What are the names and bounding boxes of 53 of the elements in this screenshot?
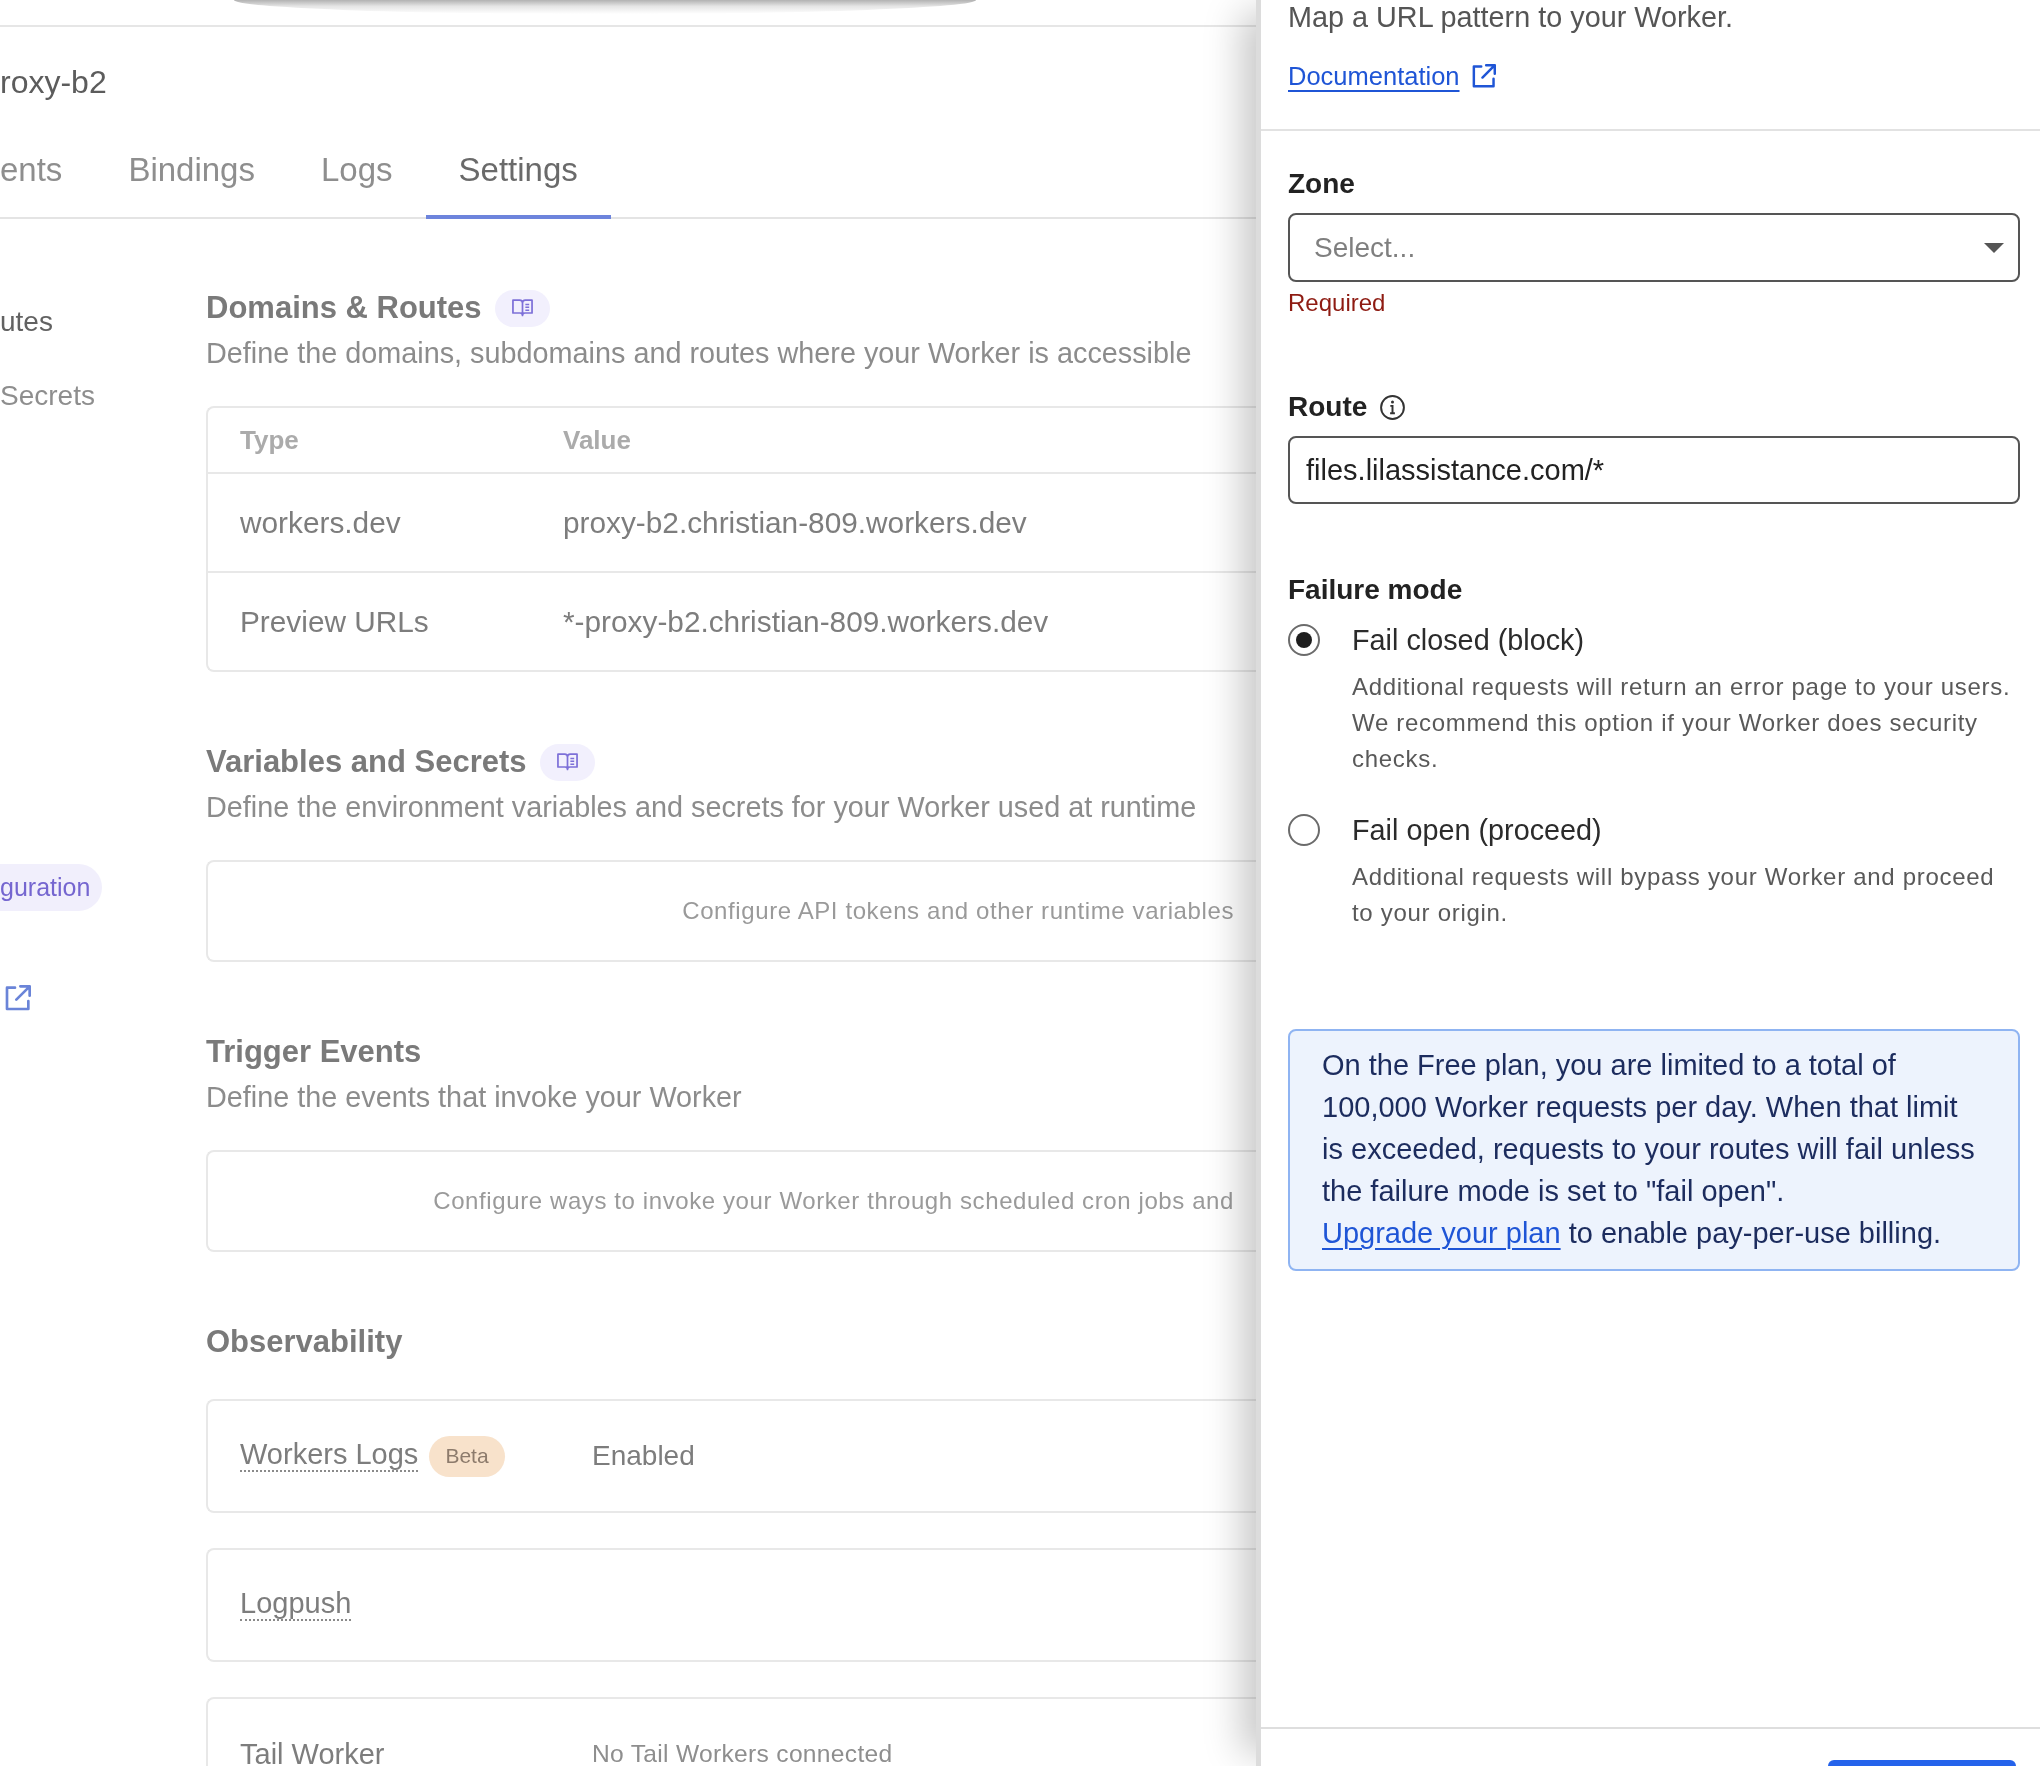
panel-intro: Map a URL pattern to your Worker. — [1288, 0, 1733, 34]
notice-text: On the Free plan, you are limited to a total of 100,000 Worker requests per day. When that limit is exceeded, requests to your routes will fail unless the failure mode is set to "fail open". Upgrade your plan to enable pay-per-use billing. — [1322, 1048, 1976, 1251]
empty-state-text: Configure ways to invoke your Worker through scheduled cron jobs and — [433, 1187, 1234, 1215]
info-icon[interactable] — [1380, 394, 1406, 420]
external-link-icon[interactable] — [5, 985, 31, 1011]
zone-select[interactable]: Select... — [1288, 213, 2020, 282]
status-badge: Beta — [429, 1435, 505, 1477]
column-header: Type — [239, 424, 300, 456]
table-cell-text: workers.dev — [239, 505, 402, 540]
field-label: Route — [1288, 390, 1368, 424]
setting-note: No Tail Workers connected — [592, 1740, 893, 1766]
book-icon — [511, 299, 533, 317]
side-nav-item[interactable]: utes — [0, 285, 53, 359]
option-description: Additional requests will bypass your Worker and proceed to your origin. — [1352, 862, 1996, 928]
tab[interactable]: Settings — [425, 120, 611, 219]
section-heading: Trigger Events — [206, 1033, 422, 1071]
tab[interactable]: Logs — [287, 120, 426, 219]
caret-down-icon — [1984, 242, 2004, 253]
worker-name: roxy-b2 — [0, 63, 107, 102]
radio-button[interactable] — [1288, 624, 1320, 656]
section-description: Define the environment variables and secrets for your Worker used at runtime — [206, 790, 1197, 824]
docs-button[interactable] — [539, 743, 595, 781]
option-description: Additional requests will return an error page to your users. We recommend this option if your Worker does security checks. — [1352, 672, 2012, 774]
route-input[interactable]: files.lilassistance.com/* — [1288, 436, 2020, 504]
empty-state-text: Configure API tokens and other runtime variables — [682, 897, 1234, 925]
option-label[interactable]: Fail open (proceed) — [1352, 813, 1602, 847]
documentation-link[interactable]: Documentation — [1288, 59, 1496, 93]
setting-label: Tail Worker — [240, 1740, 385, 1766]
radio-button[interactable] — [1288, 814, 1320, 846]
option-label[interactable]: Fail closed (block) — [1352, 623, 1585, 657]
error-message: Required — [1288, 288, 1386, 318]
section-heading: Domains & Routes — [206, 289, 482, 327]
table-cell-text: proxy-b2.christian-809.workers.dev — [563, 505, 1028, 540]
upgrade-link[interactable]: Upgrade your plan — [1322, 1217, 1561, 1249]
side-nav-item[interactable]: Secrets — [0, 359, 95, 433]
setting-label: Logpush — [240, 1589, 352, 1621]
table-cell-text: Preview URLs — [239, 604, 430, 639]
section-description: Define the domains, subdomains and routes where your Worker is accessible — [206, 336, 1192, 370]
configuration-button[interactable]: guration — [0, 864, 103, 911]
field-label: Zone — [1288, 167, 1355, 201]
book-icon — [556, 753, 578, 771]
docs-button[interactable] — [494, 289, 550, 327]
tab[interactable]: Bindings — [95, 120, 288, 219]
setting-label: Workers Logs — [240, 1440, 419, 1472]
tab[interactable]: ents — [0, 120, 96, 219]
setting-value: Enabled — [592, 1440, 695, 1472]
column-header: Value — [563, 424, 632, 456]
field-label: Failure mode — [1288, 573, 1463, 607]
section-description: Define the events that invoke your Worker — [206, 1080, 742, 1114]
section-heading: Variables and Secrets — [206, 743, 527, 781]
external-link-icon[interactable] — [1471, 64, 1496, 88]
section-heading: Observability — [206, 1323, 403, 1361]
table-cell-text: *-proxy-b2.christian-809.workers.dev — [563, 604, 1050, 639]
